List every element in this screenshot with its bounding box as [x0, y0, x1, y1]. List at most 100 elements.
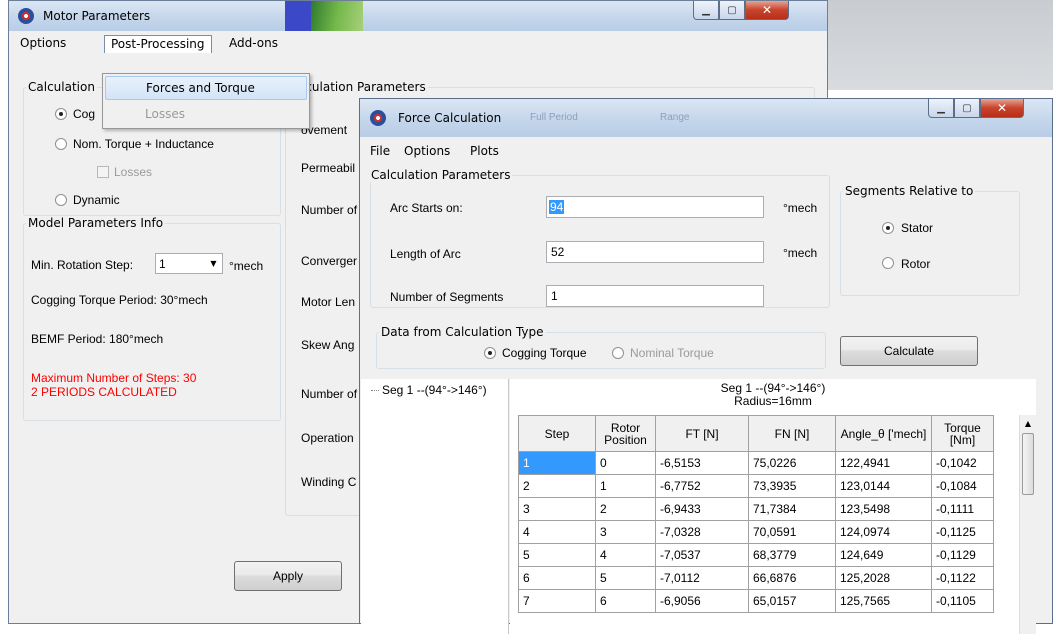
- max-steps-text: Maximum Number of Steps: 30: [31, 371, 197, 385]
- table-cell[interactable]: -0,1105: [931, 589, 994, 613]
- tree-item-segment[interactable]: Seg 1 --(94°->146°): [371, 383, 487, 397]
- column-header-torque[interactable]: Torque [Nm]: [931, 415, 994, 452]
- menu-item-losses[interactable]: Losses: [105, 103, 307, 127]
- desktop-background: [827, 0, 1053, 90]
- table-cell[interactable]: 7: [518, 589, 596, 613]
- radio-rotor[interactable]: [882, 257, 894, 269]
- arc-length-input[interactable]: 52: [546, 241, 764, 263]
- min-step-select[interactable]: 1 ▼: [155, 253, 223, 274]
- radio-nominal-torque[interactable]: [612, 347, 624, 359]
- param-label-number-of-2: Number of: [301, 387, 358, 401]
- faded-tab-range: Range: [660, 112, 690, 123]
- menu-options[interactable]: Options: [398, 143, 456, 161]
- menu-file[interactable]: File: [364, 143, 396, 161]
- motor-parameters-titlebar[interactable]: Motor Parameters ▁ ▢ ✕: [9, 1, 827, 31]
- table-cell[interactable]: 125,2028: [835, 566, 932, 590]
- table-cell[interactable]: 75,0226: [748, 451, 836, 475]
- table-cell[interactable]: 124,649: [835, 543, 932, 567]
- segments-input[interactable]: 1: [546, 285, 764, 307]
- table-cell[interactable]: 6: [518, 566, 596, 590]
- table-cell[interactable]: -0,1111: [931, 497, 994, 521]
- arc-start-input[interactable]: 94: [546, 196, 764, 218]
- table-cell[interactable]: -7,0112: [655, 566, 749, 590]
- table-row[interactable]: 6 5 -7,0112 66,6876 125,2028 -0,1122: [518, 566, 994, 590]
- table-cell[interactable]: -6,5153: [655, 451, 749, 475]
- table-cell[interactable]: -0,1125: [931, 520, 994, 544]
- radio-stator[interactable]: [882, 222, 894, 234]
- table-cell[interactable]: 65,0157: [748, 589, 836, 613]
- menubar: Options Post-Processing Add-ons: [9, 31, 827, 55]
- column-header-ft[interactable]: FT [N]: [655, 415, 749, 452]
- table-cell[interactable]: 2: [518, 474, 596, 498]
- close-button[interactable]: ✕: [745, 1, 789, 20]
- maximize-button[interactable]: ▢: [719, 1, 745, 20]
- table-cell[interactable]: 4: [595, 543, 656, 567]
- apply-button[interactable]: Apply: [234, 561, 342, 591]
- menu-item-forces-and-torque[interactable]: Forces and Torque: [105, 76, 307, 100]
- table-cell[interactable]: -6,9056: [655, 589, 749, 613]
- minimize-button[interactable]: ▁: [693, 1, 719, 20]
- table-row[interactable]: 5 4 -7,0537 68,3779 124,649 -0,1129: [518, 543, 994, 567]
- app-icon: [370, 110, 386, 126]
- table-row[interactable]: 1 0 -6,5153 75,0226 122,4941 -0,1042: [518, 451, 994, 475]
- column-header-angle[interactable]: Angle_θ ['mech]: [835, 415, 932, 452]
- table-cell[interactable]: -0,1122: [931, 566, 994, 590]
- table-cell[interactable]: 1: [518, 451, 596, 475]
- table-cell[interactable]: 66,6876: [748, 566, 836, 590]
- column-header-rotor-position[interactable]: Rotor Position: [595, 415, 656, 452]
- grid-scrollbar[interactable]: ▲: [1019, 415, 1036, 634]
- table-cell[interactable]: 3: [595, 520, 656, 544]
- table-cell[interactable]: 124,0974: [835, 520, 932, 544]
- table-cell[interactable]: -7,0537: [655, 543, 749, 567]
- table-cell[interactable]: -6,9433: [655, 497, 749, 521]
- radio-nom-torque[interactable]: [55, 138, 67, 150]
- radio-dynamic[interactable]: [55, 194, 67, 206]
- table-cell[interactable]: 1: [595, 474, 656, 498]
- force-calculation-titlebar[interactable]: Force Calculation Full Period Range ▁ ▢ …: [360, 99, 1052, 137]
- minimize-button[interactable]: ▁: [928, 99, 954, 118]
- table-row[interactable]: 2 1 -6,7752 73,3935 123,0144 -0,1084: [518, 474, 994, 498]
- table-cell[interactable]: 122,4941: [835, 451, 932, 475]
- table-cell[interactable]: 73,3935: [748, 474, 836, 498]
- maximize-button[interactable]: ▢: [954, 99, 980, 118]
- table-cell[interactable]: -6,7752: [655, 474, 749, 498]
- radio-cogging-torque[interactable]: [484, 347, 496, 359]
- table-cell[interactable]: 123,5498: [835, 497, 932, 521]
- periods-calculated-text: 2 PERIODS CALCULATED: [31, 385, 177, 399]
- table-cell[interactable]: 0: [595, 451, 656, 475]
- table-row[interactable]: 3 2 -6,9433 71,7384 123,5498 -0,1111: [518, 497, 994, 521]
- table-cell[interactable]: -0,1084: [931, 474, 994, 498]
- table-row[interactable]: 7 6 -6,9056 65,0157 125,7565 -0,1105: [518, 589, 994, 613]
- table-cell[interactable]: 2: [595, 497, 656, 521]
- table-cell[interactable]: 4: [518, 520, 596, 544]
- table-row[interactable]: 4 3 -7,0328 70,0591 124,0974 -0,1125: [518, 520, 994, 544]
- scroll-up-arrow-icon[interactable]: ▲: [1020, 415, 1036, 432]
- table-cell[interactable]: 3: [518, 497, 596, 521]
- menu-options[interactable]: Options: [14, 35, 72, 53]
- table-cell[interactable]: 5: [595, 566, 656, 590]
- param-label-convergence: Converger: [301, 254, 358, 268]
- column-header-step[interactable]: Step: [518, 415, 596, 452]
- losses-checkbox[interactable]: [97, 166, 109, 178]
- column-header-fn[interactable]: FN [N]: [748, 415, 836, 452]
- table-cell[interactable]: -0,1129: [931, 543, 994, 567]
- table-cell[interactable]: -0,1042: [931, 451, 994, 475]
- table-cell[interactable]: 123,0144: [835, 474, 932, 498]
- table-cell[interactable]: 71,7384: [748, 497, 836, 521]
- radio-cogging[interactable]: [55, 108, 67, 120]
- menu-add-ons[interactable]: Add-ons: [223, 35, 284, 53]
- table-cell[interactable]: -7,0328: [655, 520, 749, 544]
- table-cell[interactable]: 125,7565: [835, 589, 932, 613]
- param-label-operation: Operation: [301, 431, 354, 445]
- table-cell[interactable]: 70,0591: [748, 520, 836, 544]
- table-cell[interactable]: 5: [518, 543, 596, 567]
- table-cell[interactable]: 68,3779: [748, 543, 836, 567]
- scrollbar-thumb[interactable]: [1022, 433, 1034, 495]
- menu-post-processing[interactable]: Post-Processing: [104, 35, 212, 53]
- force-menubar: File Options Plots: [360, 139, 1052, 163]
- table-cell[interactable]: 6: [595, 589, 656, 613]
- menu-plots[interactable]: Plots: [464, 143, 505, 161]
- close-button[interactable]: ✕: [980, 99, 1024, 118]
- min-step-label: Min. Rotation Step:: [31, 258, 134, 272]
- calculate-button[interactable]: Calculate: [840, 336, 978, 366]
